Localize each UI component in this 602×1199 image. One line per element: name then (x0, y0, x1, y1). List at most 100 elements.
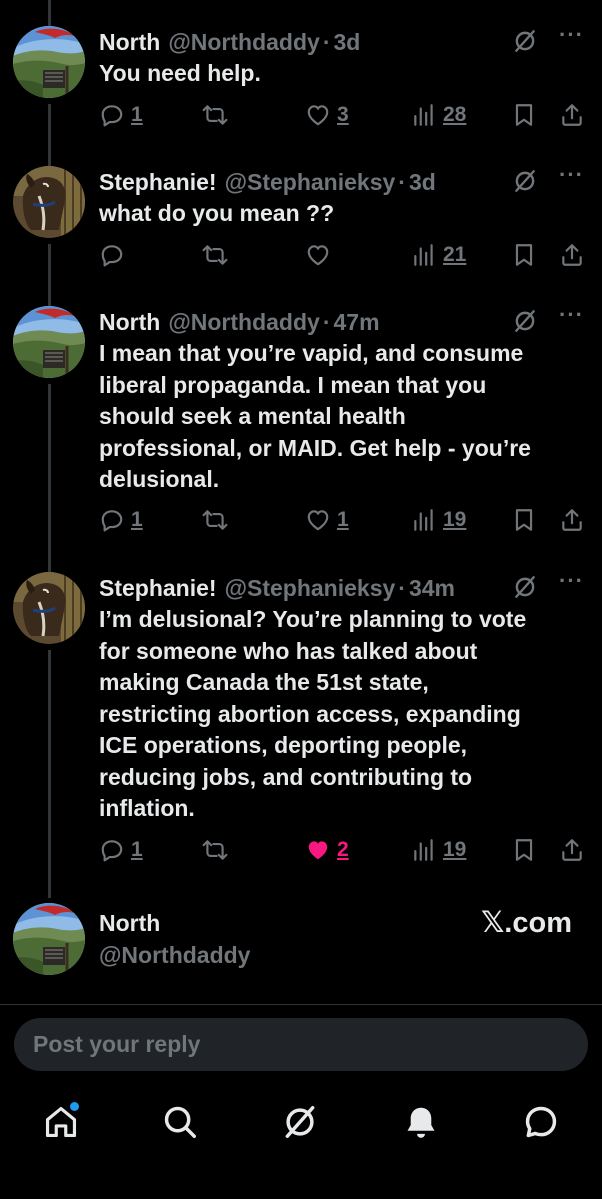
views-count: 19 (443, 508, 467, 531)
bottom-nav (0, 1090, 602, 1160)
share-button[interactable] (559, 238, 585, 272)
reply-count: 1 (131, 103, 143, 126)
divider (0, 1004, 602, 1005)
bookmark-icon (511, 507, 537, 533)
author-handle[interactable]: @Stephanieksy (225, 169, 396, 196)
tweet-text-line: I’m delusional? You’re planning to vote (99, 606, 527, 632)
heart-icon (305, 242, 331, 268)
views-count: 21 (443, 243, 467, 266)
author-handle[interactable]: @Northdaddy (168, 309, 319, 336)
views-icon (411, 102, 437, 128)
tweet-text-line: liberal propaganda. I mean that you (99, 371, 487, 398)
reply-placeholder: Post your reply (33, 1031, 201, 1057)
share-button[interactable] (559, 98, 585, 132)
grok-icon[interactable] (512, 574, 538, 600)
more-options-icon[interactable]: ··· (559, 22, 584, 48)
bookmark-button[interactable] (511, 98, 537, 132)
reply-button[interactable]: 1 (99, 503, 143, 537)
like-button[interactable]: 1 (305, 503, 349, 537)
share-button[interactable] (559, 833, 585, 867)
tweet-text-line: reducing jobs, and contributing to (99, 763, 473, 790)
views-button[interactable]: 19 (411, 833, 466, 867)
timestamp[interactable]: 47m (333, 309, 379, 336)
bookmark-button[interactable] (511, 833, 537, 867)
views-count: 19 (443, 838, 467, 861)
retweet-button[interactable] (202, 98, 228, 132)
more-options-icon[interactable]: ··· (559, 568, 584, 594)
avatar[interactable] (13, 572, 85, 644)
tweet[interactable]: Stephanie! @Stephanieksy · 34m ··· I’m d… (0, 568, 602, 872)
tweet-text-line: making Canada the 51st state, (99, 669, 429, 695)
tweet-text-line: professional, or MAID. Get help - you’re (99, 434, 531, 461)
more-options-icon[interactable]: ··· (559, 302, 584, 328)
reply-count: 1 (131, 508, 143, 531)
heart-icon (305, 102, 331, 128)
author-handle: @Northdaddy (99, 941, 251, 968)
separator: · (322, 28, 331, 55)
tweet-text-line: inflation. (99, 795, 195, 821)
tweet-text: You need help. (99, 60, 261, 86)
author-handle[interactable]: @Northdaddy (168, 29, 319, 56)
like-count: 1 (337, 508, 349, 531)
author-name[interactable]: North (99, 29, 160, 56)
views-button[interactable]: 19 (411, 503, 466, 537)
reply-button[interactable]: 1 (99, 98, 143, 132)
separator: · (398, 168, 406, 195)
tweet[interactable]: Stephanie! @Stephanieksy · 3d ··· what d… (0, 162, 602, 276)
avatar[interactable] (13, 166, 85, 238)
grok-icon[interactable] (278, 1100, 322, 1144)
retweet-button[interactable] (202, 238, 228, 272)
timestamp[interactable]: 34m (409, 575, 455, 602)
grok-icon[interactable] (512, 308, 538, 334)
grok-icon[interactable] (512, 168, 538, 194)
timestamp[interactable]: 3d (409, 169, 436, 196)
views-button[interactable]: 28 (411, 98, 466, 132)
author-name[interactable]: Stephanie! (99, 169, 217, 196)
tweet[interactable]: North @Northdaddy · 47m ··· I mean that … (0, 302, 602, 546)
reply-input[interactable]: Post your reply (14, 1018, 588, 1071)
reply-icon (99, 102, 125, 128)
messages-icon[interactable] (519, 1100, 563, 1144)
like-button[interactable]: 2 (305, 833, 349, 867)
retweet-icon (202, 102, 228, 128)
tweet-text-line: for someone who has talked about (99, 637, 478, 664)
views-icon (411, 242, 437, 268)
views-button[interactable]: 21 (411, 238, 466, 272)
separator: · (398, 574, 406, 601)
retweet-icon (202, 507, 228, 533)
search-icon[interactable] (158, 1100, 202, 1144)
more-options-icon[interactable]: ··· (559, 162, 584, 188)
bookmark-button[interactable] (511, 238, 537, 272)
share-icon (559, 102, 585, 128)
reply-button[interactable] (99, 238, 125, 272)
share-button[interactable] (559, 503, 585, 537)
notifications-icon[interactable] (399, 1100, 443, 1144)
bookmark-icon (511, 837, 537, 863)
share-icon (559, 507, 585, 533)
reply-count: 1 (131, 838, 143, 861)
grok-icon[interactable] (512, 28, 538, 54)
retweet-button[interactable] (202, 833, 228, 867)
home-icon[interactable] (39, 1100, 83, 1144)
avatar[interactable] (13, 903, 85, 975)
author-handle[interactable]: @Stephanieksy (225, 575, 396, 602)
retweet-button[interactable] (202, 503, 228, 537)
timestamp[interactable]: 3d (333, 29, 360, 56)
bookmark-button[interactable] (511, 503, 537, 537)
tweet-text-line: ICE operations, deporting people, (99, 732, 468, 758)
tweet[interactable]: North @Northdaddy · 3d ··· You need help… (0, 22, 602, 136)
like-button[interactable]: 3 (305, 98, 349, 132)
author-name: North (99, 909, 161, 936)
share-icon (559, 242, 585, 268)
bookmark-icon (511, 242, 537, 268)
tweet-text: I’m delusional? You’re planning to vote … (99, 604, 584, 825)
notification-dot (70, 1102, 79, 1111)
avatar[interactable] (13, 26, 85, 98)
avatar[interactable] (13, 306, 85, 378)
author-name[interactable]: North (99, 309, 160, 336)
reply-icon (99, 837, 125, 863)
like-count: 2 (337, 838, 349, 861)
like-button[interactable] (305, 238, 331, 272)
reply-button[interactable]: 1 (99, 833, 143, 867)
author-name[interactable]: Stephanie! (99, 575, 217, 602)
